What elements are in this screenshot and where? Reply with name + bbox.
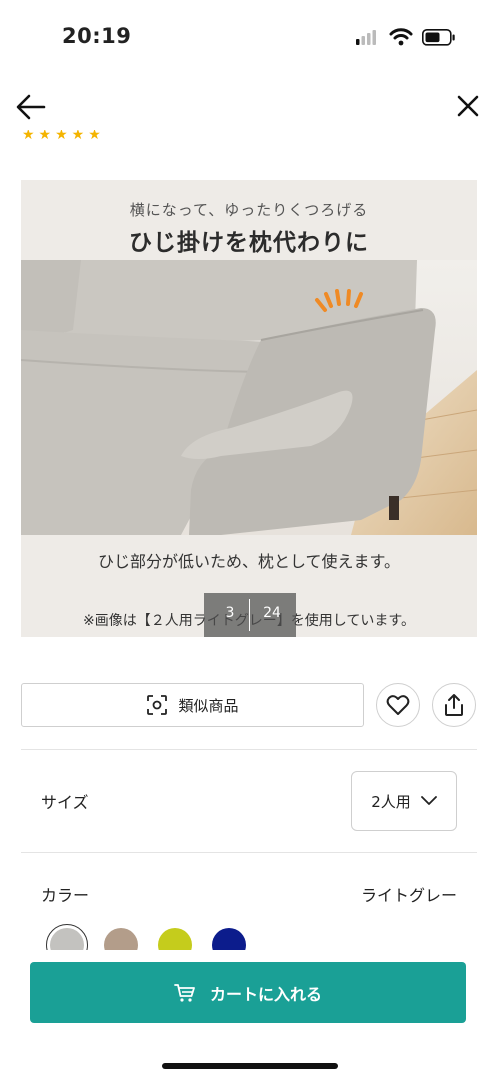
add-to-cart-button[interactable]: カートに入れる [30,962,466,1023]
similar-items-button[interactable]: 類似商品 [21,683,364,727]
size-selected-value: 2人用 [371,792,411,811]
image-counter: 3 24 [204,593,296,637]
image-counter-current: 3 [225,605,235,621]
cart-icon [174,983,195,1002]
image-counter-total: 24 [263,605,281,621]
image-title: ひじ掛けを枕代わりに [129,230,369,256]
divider [21,852,477,853]
rating-stars: ★★★★★ [22,130,105,140]
share-button[interactable] [432,683,476,727]
image-counter-divider [249,599,250,631]
signal-icon [356,30,376,45]
color-swatches [46,924,286,950]
color-selected-value: ライトグレー [360,886,457,905]
color-swatch[interactable] [104,928,138,950]
color-label: カラー [41,886,90,905]
sofa-photo [21,260,477,535]
close-icon[interactable] [454,92,482,120]
share-icon [445,694,463,716]
image-description: ひじ部分が低いため、枕として使えます。 [98,552,400,571]
similar-items-label: 類似商品 [178,696,239,715]
wifi-icon [389,28,413,46]
battery-icon [422,29,455,46]
image-search-icon [147,695,168,715]
status-time: 20:19 [62,24,132,48]
chevron-down-icon [420,796,437,805]
back-arrow-icon[interactable] [14,90,48,124]
add-to-cart-label: カートに入れる [209,984,322,1004]
status-icons [356,28,455,46]
divider [21,749,477,750]
size-select[interactable]: 2人用 [351,771,457,831]
heart-icon [386,695,410,715]
size-label: サイズ [41,793,89,812]
home-indicator [162,1063,338,1069]
favorite-button[interactable] [376,683,420,727]
color-swatch[interactable] [212,928,246,950]
image-subtitle: 横になって、ゆったりくつろげる [129,201,369,219]
product-image[interactable]: 横になって、ゆったりくつろげる ひじ掛けを枕代わりに ひじ部分が低いため、枕とし… [21,180,477,637]
color-swatch[interactable] [158,928,192,950]
